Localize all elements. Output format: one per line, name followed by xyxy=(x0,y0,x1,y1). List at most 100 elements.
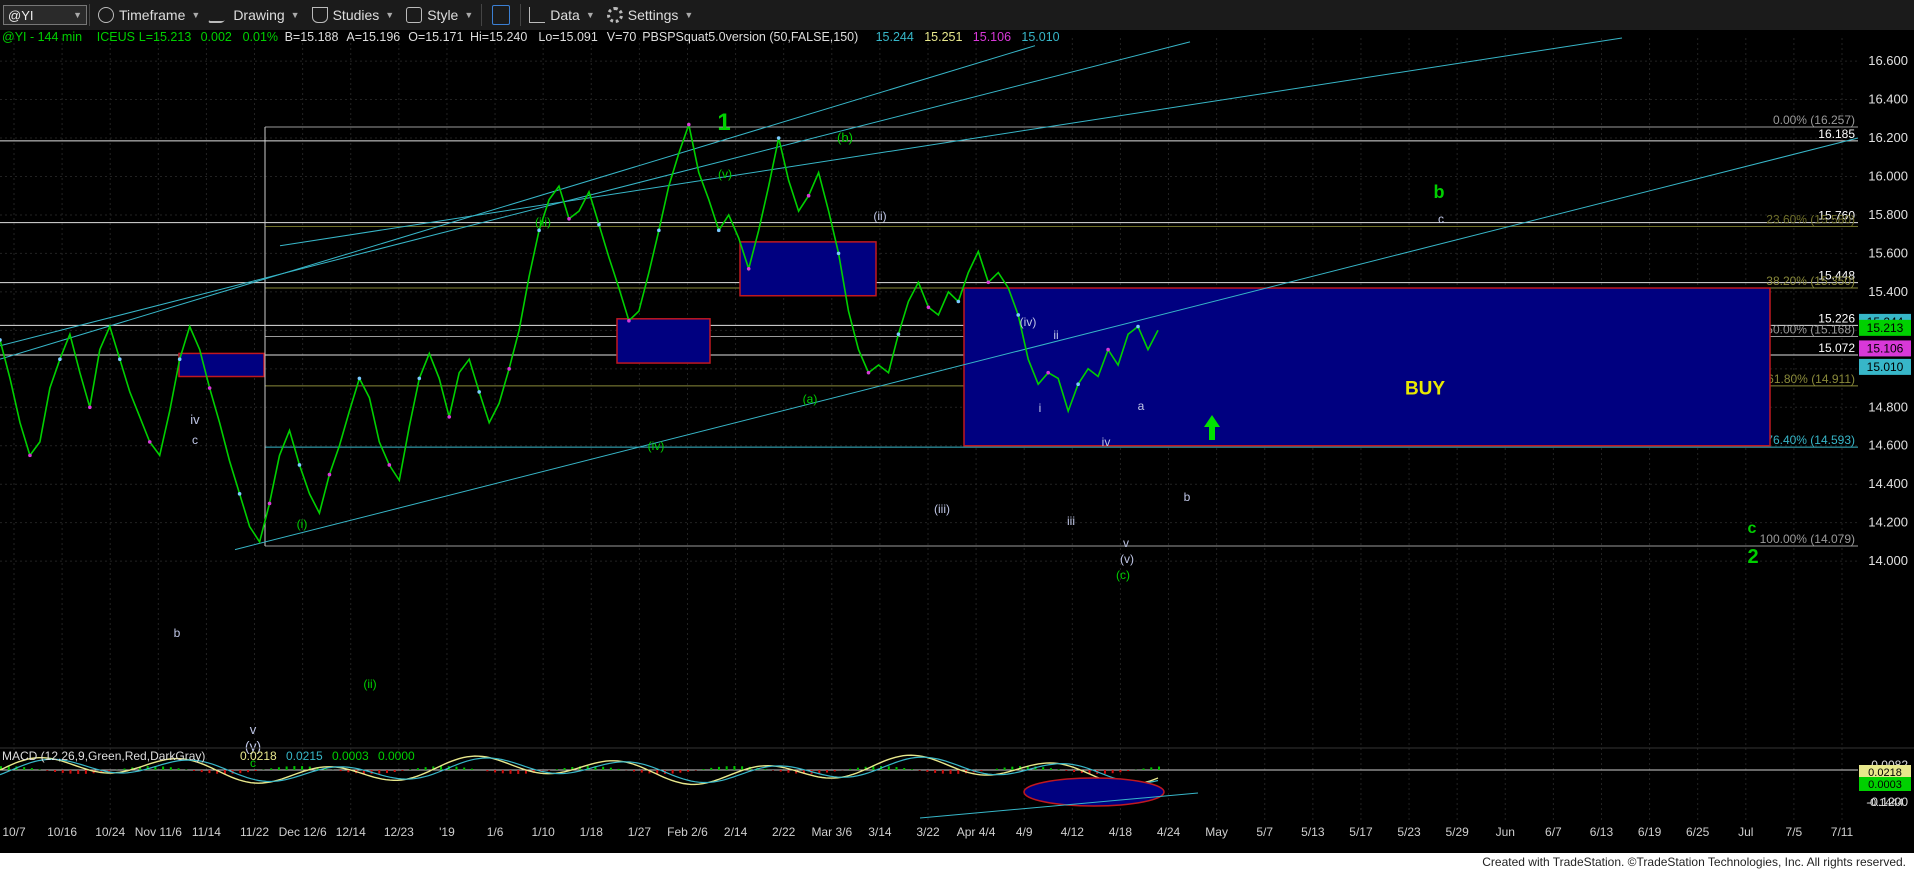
macd-histogram-bar xyxy=(941,770,944,774)
price-point xyxy=(28,453,32,458)
price-point xyxy=(716,228,721,233)
price-point xyxy=(986,280,991,285)
x-tick-label: Jun xyxy=(1496,825,1515,839)
settings-menu[interactable]: Settings ▼ xyxy=(601,2,700,28)
header-field: ICEUS xyxy=(97,30,135,44)
x-tick-label: 5/23 xyxy=(1397,825,1421,839)
x-tick-label: Jul xyxy=(1738,825,1753,839)
wave-label: (b) xyxy=(837,130,853,145)
macd-histogram-bar xyxy=(710,767,713,770)
macd-histogram-bar xyxy=(108,770,111,772)
macd-histogram-bar xyxy=(910,769,913,770)
x-tick-label: 4/12 xyxy=(1061,825,1085,839)
macd-histogram-bar xyxy=(509,770,512,774)
fib-level-label: 76.40% (14.593) xyxy=(1766,433,1855,447)
flask-icon xyxy=(311,7,328,23)
wave-label: 2 xyxy=(1747,546,1758,568)
price-point xyxy=(237,492,242,496)
timeframe-label: Timeframe xyxy=(119,7,186,23)
macd-histogram-bar xyxy=(1049,768,1052,770)
buy-label: BUY xyxy=(1405,379,1445,400)
macd-histogram-bar xyxy=(833,770,836,772)
style-label: Style xyxy=(427,7,459,23)
price-point xyxy=(117,357,122,361)
wave-label: b xyxy=(1184,490,1191,504)
header-field: 15.251 xyxy=(924,30,962,44)
price-tag-label: 15.010 xyxy=(1867,360,1904,374)
y-tick-label: 16.200 xyxy=(1868,130,1908,145)
price-point xyxy=(357,376,362,381)
x-tick-label: May xyxy=(1205,825,1228,839)
layout-icon[interactable] xyxy=(492,5,511,25)
header-field: 15.244 xyxy=(876,30,914,44)
price-point xyxy=(746,267,751,271)
target-zone xyxy=(739,241,877,297)
macd-histogram-bar xyxy=(177,768,180,770)
price-point xyxy=(567,216,571,221)
data-menu[interactable]: Data ▼ xyxy=(523,2,601,28)
price-chart[interactable]: 0.00% (16.257)16.18515.76023.60% (15.580… xyxy=(0,30,1914,853)
wave-label: (ii) xyxy=(873,209,886,223)
macd-histogram-bar xyxy=(980,770,983,772)
macd-histogram-bar xyxy=(787,770,790,773)
x-tick-label: 5/29 xyxy=(1445,825,1469,839)
macd-histogram-bar xyxy=(517,770,520,774)
macd-histogram-bar xyxy=(779,770,782,772)
toolbar-separator xyxy=(481,4,483,26)
price-point xyxy=(1136,324,1140,329)
x-tick-label: 11/14 xyxy=(192,825,221,839)
macd-histogram-bar xyxy=(46,770,49,771)
macd-histogram-bar xyxy=(293,766,296,770)
x-tick-label: Apr 4/4 xyxy=(957,825,996,839)
macd-label: MACD (12,26,9,Green,Red,DarkGray) xyxy=(2,749,205,763)
macd-histogram-bar xyxy=(1011,766,1014,770)
x-tick-label: '19 xyxy=(439,825,455,839)
x-tick-label: 4/9 xyxy=(1016,825,1033,839)
macd-histogram-bar xyxy=(640,770,643,773)
studies-menu[interactable]: Studies ▼ xyxy=(306,2,401,28)
macd-histogram-bar xyxy=(733,766,736,770)
wave-label: (i) xyxy=(297,517,308,531)
timeframe-menu[interactable]: Timeframe ▼ xyxy=(92,2,206,28)
macd-histogram-bar xyxy=(193,770,195,771)
x-tick-label: 5/13 xyxy=(1301,825,1325,839)
price-point xyxy=(177,357,182,361)
header-field: O=15.171 xyxy=(408,30,463,44)
macd-histogram-bar xyxy=(1127,770,1130,772)
macd-histogram-bar xyxy=(254,770,257,771)
caret-down-icon: ▼ xyxy=(464,10,474,20)
x-tick-label: Mar 3/6 xyxy=(811,825,852,839)
macd-histogram-bar xyxy=(934,770,937,773)
macd-histogram-bar xyxy=(949,770,952,774)
header-field: 15.106 xyxy=(973,30,1011,44)
x-tick-label: 11/22 xyxy=(240,825,269,839)
x-tick-label: 1/18 xyxy=(580,825,604,839)
macd-histogram-bar xyxy=(501,770,504,774)
header-field: @YI - 144 min xyxy=(2,30,82,44)
wave-label: c xyxy=(1438,212,1444,226)
macd-histogram-bar xyxy=(77,770,80,774)
y-tick-label: 15.400 xyxy=(1868,284,1908,299)
x-tick-label: 4/24 xyxy=(1157,825,1181,839)
wave-label: ii xyxy=(1053,328,1058,342)
macd-histogram-bar xyxy=(69,770,72,774)
macd-histogram-bar xyxy=(725,766,728,770)
macd-histogram-bar xyxy=(38,769,41,770)
wave-label: c xyxy=(192,433,198,447)
macd-histogram-bar xyxy=(285,766,288,770)
fib-level-label: 15.072 xyxy=(1818,341,1855,355)
fib-level-label: 100.00% (14.079) xyxy=(1760,532,1855,546)
style-menu[interactable]: Style ▼ xyxy=(400,2,479,28)
wave-label: iii xyxy=(1067,514,1075,528)
macd-histogram-bar xyxy=(1142,768,1145,770)
macd-histogram-bar xyxy=(995,768,998,770)
price-point xyxy=(147,440,152,444)
drawing-menu[interactable]: Drawing ▼ xyxy=(206,2,305,28)
symbol-selector[interactable]: @YI ▼ xyxy=(3,5,87,25)
x-tick-label: 6/19 xyxy=(1638,825,1662,839)
price-point xyxy=(417,376,422,381)
pencil-icon xyxy=(207,7,233,23)
macd-histogram-bar xyxy=(1003,767,1006,770)
macd-histogram-bar xyxy=(494,770,497,773)
macd-histogram-bar xyxy=(208,770,211,774)
